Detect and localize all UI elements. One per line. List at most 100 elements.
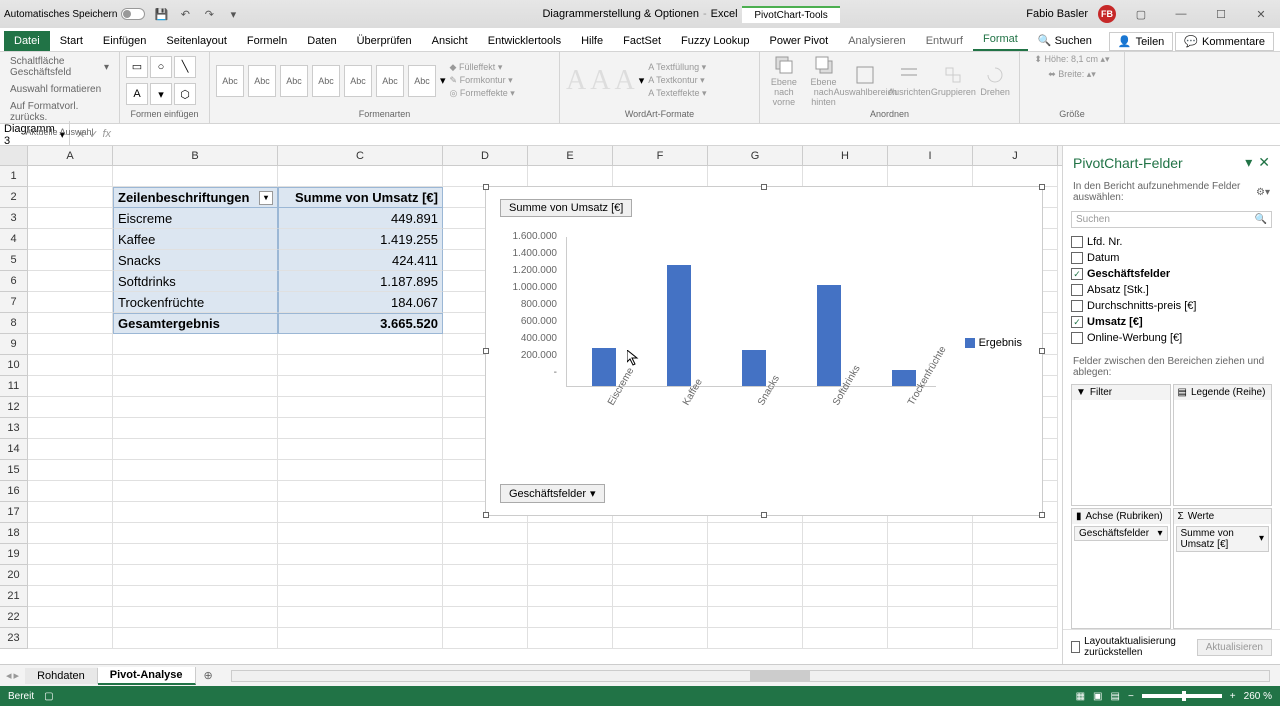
text-fill-button[interactable]: A Textfüllung ▾ (648, 62, 706, 73)
cell[interactable] (613, 607, 708, 628)
cell[interactable] (28, 187, 113, 208)
horizontal-scrollbar[interactable] (231, 670, 1270, 682)
change-shape-icon[interactable]: ⬡ (174, 83, 196, 105)
cell[interactable] (28, 439, 113, 460)
cell[interactable] (28, 313, 113, 334)
cell[interactable] (973, 607, 1058, 628)
selection-dropdown[interactable]: Schaltfläche Geschäftsfeld ▾ (6, 54, 113, 80)
cell[interactable] (28, 418, 113, 439)
cell[interactable] (613, 586, 708, 607)
field-pane-layout-icon[interactable]: ⚙▾ (1256, 187, 1270, 198)
field-checkbox[interactable] (1071, 236, 1083, 248)
tab-formulas[interactable]: Formeln (237, 31, 297, 51)
cell[interactable] (113, 460, 278, 481)
cell[interactable] (278, 439, 443, 460)
wordart-style-3[interactable]: A (614, 65, 634, 97)
legend-area[interactable]: ▤Legende (Reihe) (1173, 384, 1273, 506)
field-checkbox[interactable] (1071, 332, 1083, 344)
tab-factset[interactable]: FactSet (613, 31, 671, 51)
row-header-18[interactable]: 18 (0, 523, 28, 544)
cell[interactable] (28, 355, 113, 376)
cell[interactable] (973, 586, 1058, 607)
cell[interactable] (973, 544, 1058, 565)
shape-outline-button[interactable]: ✎ Formkontur ▾ (450, 75, 515, 86)
field-search-input[interactable]: Suchen 🔍 (1071, 211, 1272, 228)
field-checkbox[interactable] (1071, 316, 1083, 328)
row-header-6[interactable]: 6 (0, 271, 28, 292)
row-header-15[interactable]: 15 (0, 460, 28, 481)
cell[interactable] (443, 565, 528, 586)
tab-analyze[interactable]: Analysieren (838, 31, 915, 51)
cell[interactable] (803, 628, 888, 649)
sheet-nav-last-icon[interactable]: ▸ (14, 669, 20, 682)
col-header-F[interactable]: F (613, 146, 708, 165)
row-header-11[interactable]: 11 (0, 376, 28, 397)
row-header-17[interactable]: 17 (0, 502, 28, 523)
cell[interactable] (803, 544, 888, 565)
cell[interactable] (708, 628, 803, 649)
cell[interactable] (528, 166, 613, 187)
cell[interactable] (278, 355, 443, 376)
tab-powerpivot[interactable]: Power Pivot (760, 31, 839, 51)
align-button[interactable]: Ausrichten (889, 65, 929, 97)
cell[interactable] (888, 586, 973, 607)
shape-textbox-icon[interactable]: A (126, 83, 148, 105)
cell[interactable] (888, 523, 973, 544)
zoom-slider[interactable] (1142, 694, 1222, 698)
maximize-icon[interactable]: ☐ (1206, 4, 1236, 24)
wordart-style-1[interactable]: A (566, 65, 586, 97)
cell[interactable]: 449.891 (278, 208, 443, 229)
cell[interactable] (28, 502, 113, 523)
cell[interactable] (28, 460, 113, 481)
ribbon-options-icon[interactable]: ▢ (1126, 4, 1156, 24)
cell[interactable]: Kaffee (113, 229, 278, 250)
cell[interactable] (528, 523, 613, 544)
cell[interactable] (443, 544, 528, 565)
field-checkbox[interactable] (1071, 252, 1083, 264)
defer-layout-checkbox[interactable] (1071, 641, 1080, 653)
height-input[interactable]: ⬍ Höhe: 8,1 cm ▴▾ (1034, 54, 1109, 65)
cell[interactable] (278, 481, 443, 502)
row-header-2[interactable]: 2 (0, 187, 28, 208)
field-list-item[interactable]: Datum (1071, 250, 1272, 266)
cell[interactable] (278, 607, 443, 628)
col-header-H[interactable]: H (803, 146, 888, 165)
shape-style-1[interactable]: Abc (216, 65, 244, 97)
row-header-7[interactable]: 7 (0, 292, 28, 313)
chart-value-field-button[interactable]: Summe von Umsatz [€] (500, 199, 632, 217)
row-labels-filter[interactable]: ▾ (259, 191, 273, 205)
group-button[interactable]: Gruppieren (933, 65, 973, 97)
sheet-tab-rohdaten[interactable]: Rohdaten (25, 668, 98, 684)
col-header-E[interactable]: E (528, 146, 613, 165)
cell[interactable] (613, 628, 708, 649)
cell[interactable] (888, 166, 973, 187)
text-effects-button[interactable]: A Texteffekte ▾ (648, 88, 706, 99)
share-button[interactable]: 👤 Teilen (1109, 32, 1173, 51)
row-header-16[interactable]: 16 (0, 481, 28, 502)
shape-rect-icon[interactable]: ▭ (126, 56, 148, 78)
row-header-14[interactable]: 14 (0, 439, 28, 460)
view-page-icon[interactable]: ▣ (1093, 691, 1102, 702)
close-icon[interactable]: ✕ (1246, 4, 1276, 24)
row-header-1[interactable]: 1 (0, 166, 28, 187)
cell[interactable] (613, 523, 708, 544)
cell[interactable] (113, 397, 278, 418)
cell[interactable] (113, 544, 278, 565)
width-input[interactable]: ⬌ Breite: ▴▾ (1048, 69, 1096, 80)
field-checkbox[interactable] (1071, 284, 1083, 296)
cell[interactable]: Zeilenbeschriftungen▾ (113, 187, 278, 208)
cell[interactable] (28, 292, 113, 313)
cell[interactable] (113, 502, 278, 523)
cell[interactable] (528, 586, 613, 607)
rotate-button[interactable]: Drehen (977, 65, 1013, 97)
shape-style-5[interactable]: Abc (344, 65, 372, 97)
cell[interactable] (113, 523, 278, 544)
wordart-more-icon[interactable]: ▾ (639, 74, 645, 87)
chart-bar[interactable] (742, 350, 766, 386)
cell[interactable] (278, 397, 443, 418)
chart-bar[interactable] (667, 265, 691, 386)
tab-view[interactable]: Ansicht (422, 31, 478, 51)
cell[interactable] (278, 460, 443, 481)
cell[interactable] (113, 355, 278, 376)
style-gallery-more-icon[interactable]: ▾ (440, 74, 446, 87)
